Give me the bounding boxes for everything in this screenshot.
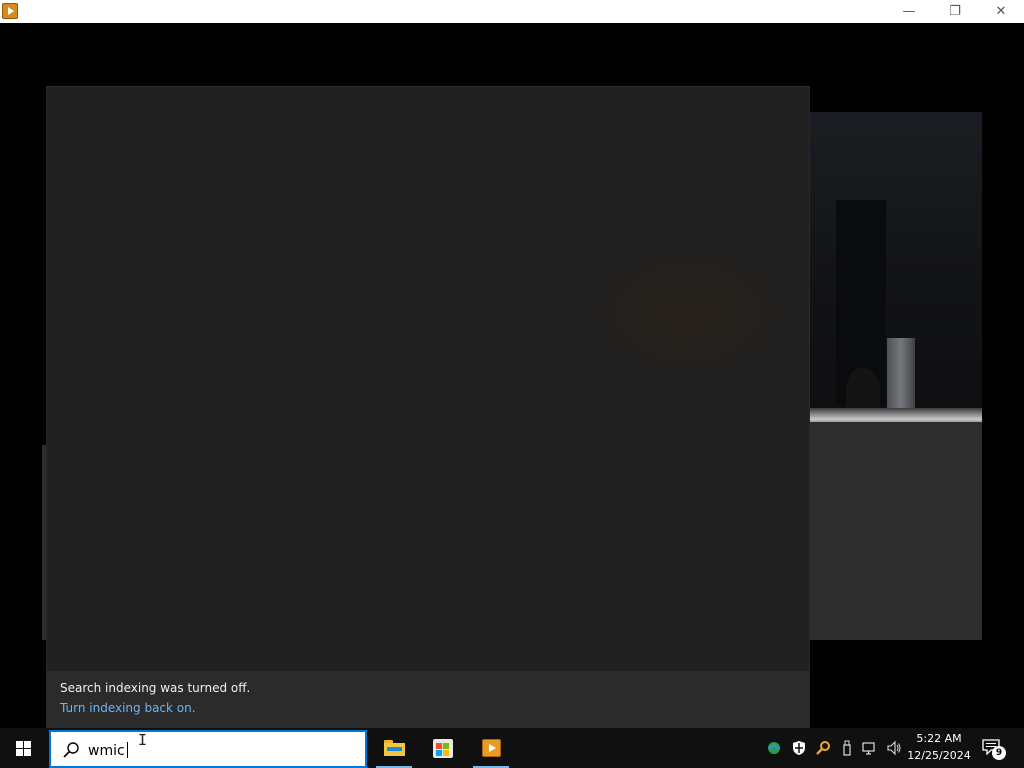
window-titlebar: — ❐ ✕ [0,0,1024,23]
indexing-notice: Search indexing was turned off. Turn ind… [47,671,809,728]
windows-logo-icon [16,741,32,757]
app-icon [2,3,18,19]
wallpaper-shelf [808,408,982,422]
taskbar-media-player[interactable] [471,728,511,768]
search-icon [63,742,79,758]
taskbar-microsoft-store[interactable] [422,728,462,768]
network-icon[interactable] [862,740,878,756]
taskbar-search-input[interactable]: wmic [49,730,367,768]
store-icon [433,739,453,758]
search-flyout: Search indexing was turned off. Turn ind… [47,87,809,728]
wallpaper-lower [808,422,982,640]
wallpaper-object [887,338,915,408]
search-query-text: wmic [88,743,125,759]
restore-button[interactable]: ❐ [932,0,978,23]
action-center-button[interactable]: 9 [976,728,1012,768]
usb-device-icon[interactable] [839,740,855,756]
volume-icon[interactable] [886,740,902,756]
clock-time[interactable]: 5:22 AM [906,732,972,745]
flyout-backdrop [577,237,797,387]
security-shield-icon[interactable] [791,740,807,756]
text-caret [126,742,128,758]
start-button[interactable] [0,728,48,768]
media-player-icon [482,739,501,757]
network-edge-icon[interactable] [766,740,782,756]
search-tool-icon[interactable] [815,740,831,756]
file-explorer-icon [384,740,405,756]
taskbar: wmic 5:22 AM 12/25/2024 9 [0,728,1024,768]
text-cursor-icon: I [138,731,148,749]
turn-indexing-on-link[interactable]: Turn indexing back on. [60,701,196,715]
close-button[interactable]: ✕ [978,0,1024,23]
taskbar-file-explorer[interactable] [374,728,414,768]
clock-date[interactable]: 12/25/2024 [906,749,972,762]
minimize-button[interactable]: — [886,0,932,23]
indexing-notice-text: Search indexing was turned off. [60,681,251,695]
notification-count-badge: 9 [992,746,1006,760]
